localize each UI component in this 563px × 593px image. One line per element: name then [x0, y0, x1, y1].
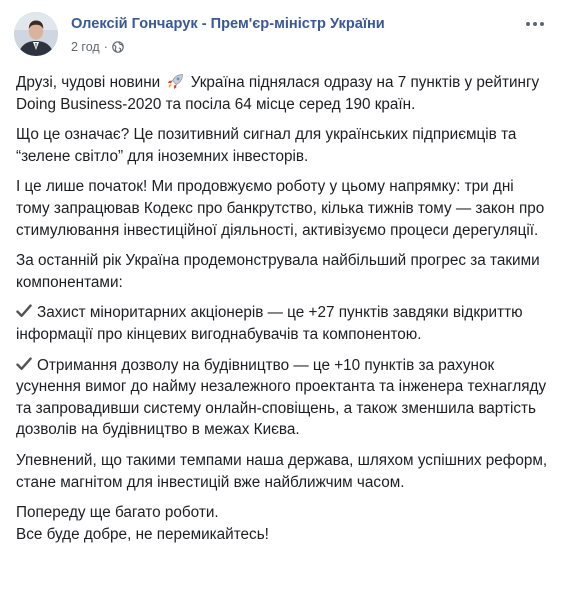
author-name-link[interactable]: Олексій Гончарук - Прем'єр-міністр Украї… [71, 16, 385, 32]
post-paragraph-4: За останній рік Україна продемонструвала… [16, 252, 540, 291]
post-meta: 2 год · [71, 40, 124, 54]
check-mark-icon [16, 303, 32, 318]
post-timestamp[interactable]: 2 год [71, 40, 100, 54]
author-avatar[interactable] [14, 12, 58, 56]
more-options-icon[interactable] [521, 14, 549, 34]
globe-icon[interactable] [112, 41, 124, 53]
post-paragraph-3: І це лише початок! Ми продовжуємо роботу… [16, 178, 545, 239]
check-list-item-1-text: Захист міноритарних акціонерів — це +27 … [16, 304, 523, 343]
post-paragraph-9: Все буде добре, не перемикайтесь! [16, 525, 269, 543]
check-list-item-2: Отримання дозволу на будівництво — це +1… [16, 355, 550, 441]
post-paragraph-7: Упевнений, що такими темпами наша держав… [16, 451, 548, 491]
post-paragraph-8: Попереду ще багато роботи. [16, 504, 219, 522]
paragraph-1-lead: Друзі, чудові новини [16, 74, 161, 91]
post-header: Олексій Гончарук - Прем'єр-міністр Украї… [14, 10, 553, 62]
check-list-item-2-text: Отримання дозволу на будівництво — це +1… [16, 356, 547, 439]
check-mark-icon [16, 356, 32, 370]
facebook-post: Олексій Гончарук - Прем'єр-міністр Украї… [0, 0, 563, 593]
rocket-icon [166, 73, 184, 89]
post-paragraph-1: Друзі, чудові новини Україна піднялася о… [16, 72, 550, 115]
post-text: Друзі, чудові новини Україна піднялася о… [16, 72, 550, 554]
meta-separator: · [103, 40, 108, 54]
post-paragraph-2: Що це означає? Це позитивний сигнал для … [16, 126, 517, 165]
check-list-item-1: Захист міноритарних акціонерів — це +27 … [16, 302, 550, 345]
avatar-photo [14, 12, 58, 56]
